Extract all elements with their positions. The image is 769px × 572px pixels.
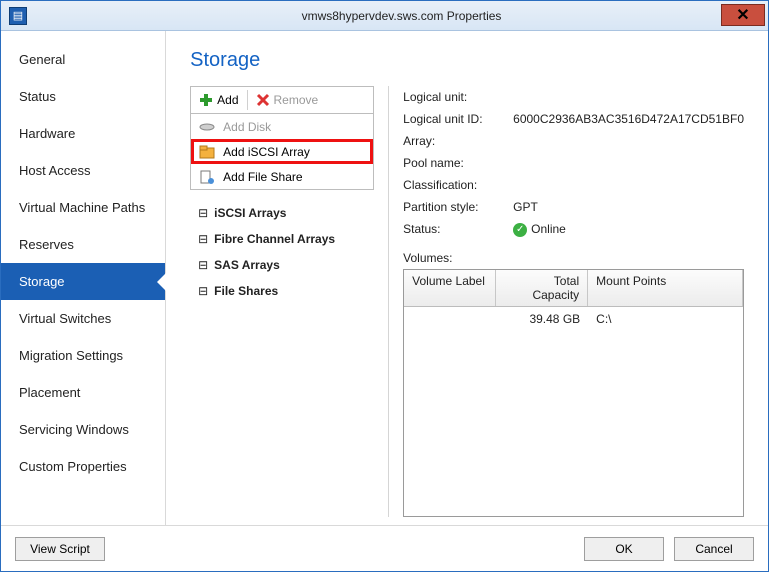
- page-title: Storage: [190, 49, 744, 72]
- menu-add-file-share[interactable]: Add File Share: [191, 164, 373, 189]
- sidebar-item-status[interactable]: Status: [1, 78, 165, 115]
- details-panel: Logical unit: Logical unit ID:6000C2936A…: [388, 86, 744, 517]
- menu-item-label: Add iSCSI Array: [223, 145, 310, 159]
- add-button[interactable]: Add: [191, 87, 246, 113]
- array-value: [513, 134, 744, 148]
- sidebar-item-host-access[interactable]: Host Access: [1, 152, 165, 189]
- main-panel: Storage Add: [166, 31, 768, 525]
- ok-button[interactable]: OK: [584, 537, 664, 561]
- cell-mount-points: C:\: [588, 307, 743, 331]
- check-icon: ✓: [513, 223, 527, 237]
- plus-icon: [199, 93, 213, 107]
- window-title: vmws8hypervdev.sws.com Properties: [35, 9, 768, 23]
- partition-label: Partition style:: [403, 200, 513, 214]
- menu-add-iscsi-array[interactable]: Add iSCSI Array: [191, 139, 373, 164]
- storage-tree: ⊟ iSCSI Arrays ⊟ Fibre Channel Arrays ⊟ SAS A…: [190, 190, 374, 314]
- volumes-label: Volumes:: [403, 251, 744, 265]
- sidebar-item-general[interactable]: General: [1, 41, 165, 78]
- remove-button: Remove: [248, 87, 327, 113]
- properties-window: ▤ vmws8hypervdev.sws.com Properties ✕ Ge…: [0, 0, 769, 572]
- toolbar: Add Remove: [190, 86, 374, 114]
- tree-node-label: File Shares: [214, 284, 278, 298]
- add-menu: Add Disk Add iSCSI Array Add File Share: [190, 114, 374, 190]
- sidebar-item-hardware[interactable]: Hardware: [1, 115, 165, 152]
- col-mount-points[interactable]: Mount Points: [588, 270, 743, 306]
- tree-node-label: SAS Arrays: [214, 258, 280, 272]
- tree-node-label: Fibre Channel Arrays: [214, 232, 335, 246]
- remove-label: Remove: [274, 93, 319, 107]
- x-icon: [256, 93, 270, 107]
- classification-label: Classification:: [403, 178, 513, 192]
- fileshare-icon: [199, 169, 215, 185]
- tree-node-iscsi-arrays[interactable]: ⊟ iSCSI Arrays: [196, 200, 368, 226]
- sidebar: GeneralStatusHardwareHost AccessVirtual …: [1, 31, 166, 525]
- titlebar: ▤ vmws8hypervdev.sws.com Properties ✕: [1, 1, 768, 31]
- sidebar-item-storage[interactable]: Storage: [1, 263, 165, 300]
- window-body: GeneralStatusHardwareHost AccessVirtual …: [1, 31, 768, 525]
- cancel-button[interactable]: Cancel: [674, 537, 754, 561]
- menu-item-label: Add File Share: [223, 170, 302, 184]
- folder-icon: [199, 144, 215, 160]
- disk-icon: [199, 119, 215, 135]
- logical-unit-id-value: 6000C2936AB3AC3516D472A17CD51BF0: [513, 112, 744, 126]
- add-label: Add: [217, 93, 238, 107]
- logical-unit-id-label: Logical unit ID:: [403, 112, 513, 126]
- volumes-table: Volume Label Total Capacity Mount Points…: [403, 269, 744, 517]
- volumes-header: Volume Label Total Capacity Mount Points: [404, 270, 743, 307]
- footer: View Script OK Cancel: [1, 525, 768, 571]
- cell-volume-label: [404, 307, 496, 331]
- table-row[interactable]: 39.48 GBC:\: [404, 307, 743, 331]
- volumes-rows: 39.48 GBC:\: [404, 307, 743, 331]
- sidebar-item-reserves[interactable]: Reserves: [1, 226, 165, 263]
- logical-unit-value: [513, 90, 744, 104]
- col-total-capacity[interactable]: Total Capacity: [496, 270, 588, 306]
- array-label: Array:: [403, 134, 513, 148]
- menu-add-disk: Add Disk: [191, 114, 373, 139]
- partition-value: GPT: [513, 200, 744, 214]
- pool-value: [513, 156, 744, 170]
- system-menu-icon[interactable]: ▤: [9, 7, 27, 25]
- status-value: ✓Online: [513, 222, 744, 237]
- sidebar-item-virtual-switches[interactable]: Virtual Switches: [1, 300, 165, 337]
- status-label: Status:: [403, 222, 513, 237]
- content-split: Add Remove Add Disk Add iSCSI Array Add Fi…: [190, 86, 744, 517]
- collapse-icon[interactable]: ⊟: [198, 284, 208, 298]
- tree-node-label: iSCSI Arrays: [214, 206, 286, 220]
- menu-item-label: Add Disk: [223, 120, 271, 134]
- tree-node-sas-arrays[interactable]: ⊟ SAS Arrays: [196, 252, 368, 278]
- collapse-icon[interactable]: ⊟: [198, 206, 208, 220]
- cell-total-capacity: 39.48 GB: [496, 307, 588, 331]
- collapse-icon[interactable]: ⊟: [198, 232, 208, 246]
- sidebar-item-custom-properties[interactable]: Custom Properties: [1, 448, 165, 485]
- col-volume-label[interactable]: Volume Label: [404, 270, 496, 306]
- tree-node-fibre-channel-arrays[interactable]: ⊟ Fibre Channel Arrays: [196, 226, 368, 252]
- close-button[interactable]: ✕: [721, 4, 765, 26]
- pool-label: Pool name:: [403, 156, 513, 170]
- left-column: Add Remove Add Disk Add iSCSI Array Add Fi…: [190, 86, 374, 517]
- logical-unit-label: Logical unit:: [403, 90, 513, 104]
- sidebar-item-servicing-windows[interactable]: Servicing Windows: [1, 411, 165, 448]
- view-script-button[interactable]: View Script: [15, 537, 105, 561]
- collapse-icon[interactable]: ⊟: [198, 258, 208, 272]
- sidebar-item-virtual-machine-paths[interactable]: Virtual Machine Paths: [1, 189, 165, 226]
- tree-node-file-shares[interactable]: ⊟ File Shares: [196, 278, 368, 304]
- classification-value: [513, 178, 744, 192]
- sidebar-item-placement[interactable]: Placement: [1, 374, 165, 411]
- sidebar-item-migration-settings[interactable]: Migration Settings: [1, 337, 165, 374]
